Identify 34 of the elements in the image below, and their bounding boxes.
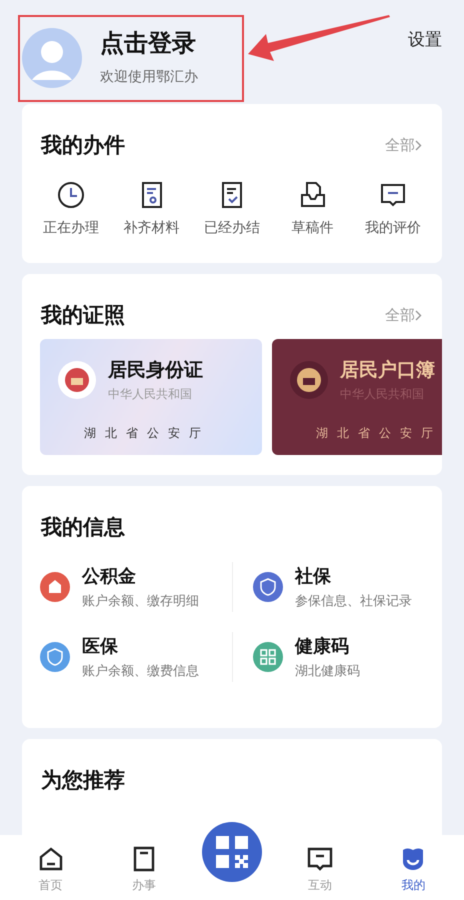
info-description: 账户余额、缴存明细 xyxy=(82,593,199,610)
license-title: 居民户口簿 xyxy=(340,358,435,383)
shortcut-link[interactable]: 我的评价 xyxy=(365,219,421,237)
license-title: 居民身份证 xyxy=(108,358,203,383)
tab[interactable]: 我的 xyxy=(378,835,448,894)
info-title[interactable]: 健康码 xyxy=(295,634,360,658)
clock-icon xyxy=(56,180,86,210)
qr-code-icon xyxy=(214,835,249,869)
login-link[interactable]: 点击登录 xyxy=(100,26,196,60)
emblem-icon xyxy=(58,361,96,399)
chat-icon xyxy=(306,845,334,873)
info-title[interactable]: 公积金 xyxy=(82,564,199,588)
chevron-icon xyxy=(415,310,422,320)
info-description: 湖北健康码 xyxy=(295,663,360,680)
section-title: 我的证照 xyxy=(41,302,125,328)
section-title: 我的信息 xyxy=(41,514,125,540)
license-card[interactable]: 居民身份证 中华人民共和国 湖北省公安厅 xyxy=(40,339,262,455)
section-title: 我的办件 xyxy=(41,132,125,158)
settings-link[interactable]: 设置 xyxy=(408,28,442,51)
shortcut-link[interactable]: 已经办结 xyxy=(204,219,260,237)
country-text: 中华人民共和国 xyxy=(108,386,193,403)
welcome-text: 欢迎使用鄂汇办 xyxy=(100,68,198,86)
emblem-icon xyxy=(290,361,328,399)
issuer-text: 湖北省公安厅 xyxy=(316,425,442,442)
shortcut-link[interactable]: 补齐材料 xyxy=(124,219,180,237)
info-description: 参保信息、社保记录 xyxy=(295,593,412,610)
shortcut-link[interactable]: 正在办理 xyxy=(43,219,99,237)
issuer-text: 湖北省公安厅 xyxy=(84,425,211,442)
shortcut-link[interactable]: 草稿件 xyxy=(292,219,334,237)
chevron-icon xyxy=(415,140,422,150)
section-title: 为您推荐 xyxy=(41,767,125,793)
info-description: 账户余额、缴费信息 xyxy=(82,663,199,680)
info-title[interactable]: 社保 xyxy=(295,564,412,588)
info-title[interactable]: 医保 xyxy=(82,634,199,658)
